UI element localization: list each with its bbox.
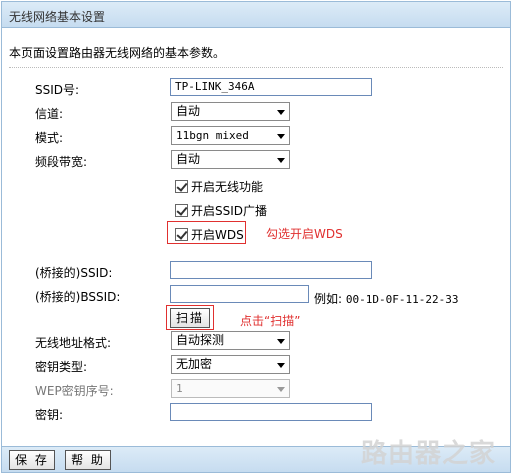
key-type-value: 无加密 (176, 357, 213, 371)
wds-annotation: 勾选开启WDS (266, 227, 343, 241)
addr-format-select[interactable]: 自动探测 (171, 331, 290, 350)
addr-format-label: 无线地址格式: (35, 336, 112, 350)
chevron-down-icon (277, 339, 285, 344)
key-label: 密钥: (35, 408, 64, 422)
chevron-down-icon (277, 158, 285, 163)
enable-wds-checkbox[interactable] (175, 228, 188, 241)
channel-value: 自动 (176, 104, 201, 118)
bridged-ssid-label: (桥接的)SSID: (35, 266, 113, 280)
enable-wireless-checkbox[interactable] (175, 180, 188, 193)
mode-select[interactable]: 11bgn mixed (171, 126, 290, 145)
help-button[interactable]: 帮 助 (65, 450, 111, 470)
bottom-toolbar: 保 存 帮 助 路由器之家 (2, 439, 510, 472)
divider (9, 67, 503, 68)
bssid-example: 例如: 00-1D-0F-11-22-33 (314, 290, 458, 307)
bridged-bssid-label: (桥接的)BSSID: (35, 290, 121, 304)
page-description: 本页面设置路由器无线网络的基本参数。 (9, 46, 226, 60)
enable-wds-label: 开启WDS (191, 228, 244, 242)
addr-format-value: 自动探测 (176, 333, 225, 347)
watermark: 路由器之家 (360, 439, 496, 469)
wep-index-value: 1 (176, 382, 183, 395)
bandwidth-select[interactable]: 自动 (171, 150, 290, 169)
bssid-example-value: 00-1D-0F-11-22-33 (345, 293, 459, 306)
scan-annotation: 点击“扫描” (240, 314, 301, 328)
channel-label: 信道: (35, 107, 64, 121)
ssid-label: SSID号: (35, 83, 80, 97)
bridged-bssid-input[interactable] (170, 285, 309, 303)
key-input[interactable] (170, 403, 372, 421)
bandwidth-value: 自动 (176, 152, 201, 166)
channel-select[interactable]: 自动 (171, 102, 290, 121)
scan-button[interactable]: 扫描 (170, 308, 210, 328)
key-type-select[interactable]: 无加密 (171, 355, 290, 374)
enable-ssid-broadcast-checkbox[interactable] (175, 204, 188, 217)
mode-label: 模式: (35, 131, 64, 145)
chevron-down-icon (277, 134, 285, 139)
wep-index-label: WEP密钥序号: (35, 384, 114, 398)
save-button[interactable]: 保 存 (9, 450, 55, 470)
enable-wds-option[interactable]: 开启WDS (175, 226, 244, 243)
key-type-label: 密钥类型: (35, 360, 88, 374)
ssid-input[interactable]: TP-LINK_346A (170, 78, 372, 96)
settings-panel: 无线网络基本设置 本页面设置路由器无线网络的基本参数。 SSID号: TP-LI… (1, 1, 511, 473)
enable-wireless-option[interactable]: 开启无线功能 (175, 178, 263, 195)
chevron-down-icon (277, 110, 285, 115)
bssid-example-label: 例如: (314, 292, 343, 306)
mode-value: 11bgn mixed (176, 129, 249, 142)
panel-title: 无线网络基本设置 (2, 2, 510, 28)
enable-ssid-broadcast-label: 开启SSID广播 (191, 204, 268, 218)
enable-wireless-label: 开启无线功能 (191, 180, 264, 194)
bandwidth-label: 频段带宽: (35, 155, 88, 169)
chevron-down-icon (277, 387, 285, 392)
wep-index-select[interactable]: 1 (171, 379, 290, 398)
enable-ssid-broadcast-option[interactable]: 开启SSID广播 (175, 202, 267, 219)
chevron-down-icon (277, 363, 285, 368)
bridged-ssid-input[interactable] (170, 261, 372, 279)
